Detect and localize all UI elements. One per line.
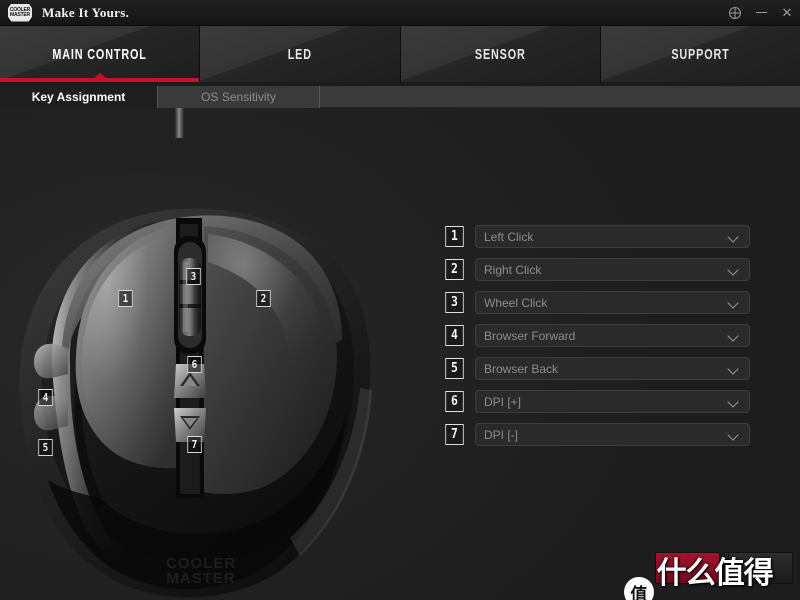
tab-led[interactable]: LED	[200, 26, 401, 82]
mouse-callout-2[interactable]: 2	[256, 290, 271, 307]
assignment-row-1: 1 Left Click	[444, 225, 750, 248]
mouse-callout-6[interactable]: 6	[187, 356, 202, 373]
assignment-value-2: Right Click	[484, 262, 542, 277]
assignment-badge-7: 7	[445, 424, 464, 445]
tab-support-label: SUPPORT	[671, 45, 730, 63]
sub-tab-filler	[320, 86, 800, 107]
assignment-value-5: Browser Back	[484, 361, 559, 376]
chevron-down-icon	[728, 363, 739, 374]
subtab-os-sensitivity-label: OS Sensitivity	[201, 90, 276, 104]
mouse-brand-logo: COOLER MASTER	[166, 556, 236, 586]
assignment-dropdown-5[interactable]: Browser Back	[475, 357, 750, 380]
chevron-down-icon	[728, 396, 739, 407]
minimize-button[interactable]	[748, 0, 774, 26]
assignment-row-7: 7 DPI [-]	[444, 423, 750, 446]
close-icon: ✕	[781, 4, 793, 20]
assignment-dropdown-4[interactable]: Browser Forward	[475, 324, 750, 347]
title-bar: COOLER MASTER Make It Yours. ✕	[0, 0, 800, 26]
assignment-badge-2-label: 2	[451, 262, 458, 277]
key-assignment-list: 1 Left Click 2 Right Click 3 Wheel Click…	[444, 225, 750, 456]
tab-support[interactable]: SUPPORT	[600, 26, 800, 82]
assignment-dropdown-1[interactable]: Left Click	[475, 225, 750, 248]
mouse-callout-7-label: 7	[191, 438, 198, 451]
assignment-row-4: 4 Browser Forward	[444, 324, 750, 347]
chevron-down-icon	[728, 297, 739, 308]
mouse-callout-3-label: 3	[190, 270, 197, 283]
tab-main-control[interactable]: MAIN CONTROL	[0, 26, 201, 82]
assignment-badge-7-label: 7	[451, 427, 458, 442]
assignment-dropdown-3[interactable]: Wheel Click	[475, 291, 750, 314]
tab-sensor-label: SENSOR	[474, 45, 526, 63]
assignment-dropdown-7[interactable]: DPI [-]	[475, 423, 750, 446]
assignment-row-5: 5 Browser Back	[444, 357, 750, 380]
assignment-dropdown-2[interactable]: Right Click	[475, 258, 750, 281]
secondary-action-button[interactable]	[728, 552, 793, 584]
mouse-callout-4[interactable]: 4	[38, 389, 53, 406]
mouse-callout-7[interactable]: 7	[187, 436, 202, 453]
mouse-callout-5[interactable]: 5	[38, 439, 53, 456]
application-window: COOLER MASTER Make It Yours. ✕ MAIN CONT…	[0, 0, 800, 600]
mouse-callout-4-label: 4	[42, 391, 49, 404]
language-globe-button[interactable]	[722, 0, 748, 26]
assignment-value-1: Left Click	[484, 229, 534, 244]
cooler-master-logo-icon: COOLER MASTER	[8, 3, 32, 22]
close-button[interactable]: ✕	[774, 0, 800, 26]
assignment-value-6: DPI [+]	[484, 394, 522, 409]
logo-line-2: MASTER	[10, 10, 30, 18]
assignment-badge-3-label: 3	[451, 295, 458, 310]
assignment-badge-5: 5	[445, 358, 464, 379]
main-tab-bar: MAIN CONTROL LED SENSOR SUPPORT	[0, 26, 800, 82]
app-title: Make It Yours.	[42, 4, 130, 20]
window-controls: ✕	[722, 0, 800, 26]
mouse-brand-line-1: COOLER	[166, 555, 237, 572]
assignment-row-2: 2 Right Click	[444, 258, 750, 281]
action-button-row	[655, 552, 793, 584]
subtab-os-sensitivity[interactable]: OS Sensitivity	[158, 86, 320, 108]
assignment-row-3: 3 Wheel Click	[444, 291, 750, 314]
mouse-illustration: COOLER MASTER 1 2 3 4 5 6 7	[0, 108, 420, 600]
mouse-brand-line-2: MASTER	[166, 570, 236, 587]
assignment-badge-1-label: 1	[451, 229, 458, 244]
active-tab-arrow-icon	[92, 73, 107, 79]
mouse-callout-5-label: 5	[42, 441, 49, 454]
globe-icon	[729, 6, 741, 19]
apply-button[interactable]	[655, 552, 720, 584]
tab-main-control-label: MAIN CONTROL	[52, 45, 147, 63]
assignment-badge-1: 1	[445, 226, 464, 247]
chevron-down-icon	[728, 330, 739, 341]
assignment-dropdown-6[interactable]: DPI [+]	[475, 390, 750, 413]
tab-led-label: LED	[287, 45, 312, 63]
subtab-key-assignment-label: Key Assignment	[31, 90, 126, 104]
mouse-callout-3[interactable]: 3	[186, 268, 201, 285]
mouse-callout-2-label: 2	[260, 292, 267, 305]
mouse-image	[19, 108, 372, 598]
content-area: COOLER MASTER 1 2 3 4 5 6 7 1 Left Click…	[0, 108, 800, 600]
mouse-callout-6-label: 6	[191, 358, 198, 371]
assignment-badge-6-label: 6	[451, 394, 458, 409]
assignment-value-4: Browser Forward	[484, 328, 576, 343]
assignment-badge-5-label: 5	[451, 361, 458, 376]
mouse-callout-1[interactable]: 1	[118, 290, 133, 307]
assignment-badge-3: 3	[445, 292, 464, 313]
chevron-down-icon	[728, 429, 739, 440]
minimize-icon	[755, 12, 767, 13]
assignment-badge-4-label: 4	[451, 328, 458, 343]
chevron-down-icon	[728, 264, 739, 275]
chevron-down-icon	[728, 231, 739, 242]
assignment-value-3: Wheel Click	[484, 295, 548, 310]
tab-sensor[interactable]: SENSOR	[400, 26, 601, 82]
assignment-value-7: DPI [-]	[484, 427, 519, 442]
assignment-badge-2: 2	[445, 259, 464, 280]
assignment-row-6: 6 DPI [+]	[444, 390, 750, 413]
assignment-badge-6: 6	[445, 391, 464, 412]
sub-tab-bar: Key Assignment OS Sensitivity	[0, 86, 800, 108]
assignment-badge-4: 4	[445, 325, 464, 346]
subtab-key-assignment[interactable]: Key Assignment	[0, 86, 158, 108]
mouse-callout-1-label: 1	[122, 292, 129, 305]
